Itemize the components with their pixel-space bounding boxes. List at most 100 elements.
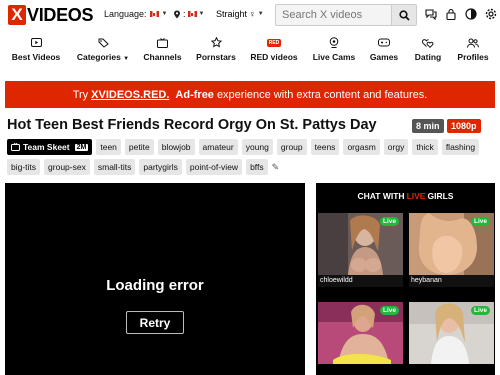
nav-pornstars[interactable]: Pornstars: [193, 36, 239, 62]
nav-dating[interactable]: Dating: [410, 36, 446, 62]
tag-group[interactable]: group: [276, 139, 307, 155]
tag-group-sex[interactable]: group-sex: [44, 159, 90, 175]
cam-thumbnail[interactable]: Live: [409, 302, 494, 364]
loading-error-text: Loading error: [106, 277, 204, 294]
banner-adfree: Ad-free: [175, 88, 214, 101]
nav-label: Dating: [414, 52, 442, 62]
settings-icon[interactable]: [485, 8, 497, 20]
nav-red-videos[interactable]: RED RED videos: [249, 36, 299, 62]
nav-live-cams[interactable]: Live Cams: [310, 36, 358, 62]
cam-performer-name[interactable]: heybanan: [409, 275, 494, 287]
tag-amateur[interactable]: amateur: [198, 139, 238, 155]
chevron-down-icon: ▼: [198, 11, 205, 17]
tv-icon: [157, 37, 168, 48]
cam-thumbnail[interactable]: Live: [318, 302, 403, 364]
tag-petite[interactable]: petite: [124, 139, 154, 155]
cam-thumbnail[interactable]: Live: [409, 213, 494, 275]
orientation-label: Straight: [216, 9, 248, 19]
chat-icon[interactable]: [425, 8, 437, 20]
webcam-icon: [329, 37, 339, 48]
gamepad-icon: [378, 38, 390, 47]
language-selector[interactable]: Language: ▼: [104, 9, 168, 19]
tag-young[interactable]: young: [241, 139, 273, 155]
banner-post: experience with extra content and featur…: [216, 88, 428, 101]
location-pin-icon: [174, 10, 180, 18]
cams-header-live: LIVE: [406, 191, 426, 201]
hearts-icon: [422, 38, 434, 48]
nav-profiles[interactable]: Profiles: [453, 36, 493, 62]
lock-icon[interactable]: [445, 8, 457, 20]
language-label: Language:: [104, 9, 147, 19]
orientation-selector[interactable]: Straight ♀ ▼: [216, 9, 264, 19]
channel-subscriber-count: 2M: [74, 143, 89, 151]
nav-best-videos[interactable]: Best Videos: [10, 36, 62, 62]
tag-partygirls[interactable]: partygirls: [139, 159, 182, 175]
main-nav: Best Videos Categories ▼ Channels Pornst…: [0, 36, 500, 68]
tag-big-tits[interactable]: big-tits: [7, 159, 41, 175]
search-input[interactable]: [275, 4, 391, 26]
contrast-icon[interactable]: [465, 8, 477, 20]
promo-banner[interactable]: Try XVIDEOS.RED. Ad-free experience with…: [5, 81, 495, 108]
star-icon: [210, 37, 222, 48]
channel-link[interactable]: Team Skeet 2M: [7, 139, 93, 155]
search-bar: [275, 4, 417, 26]
nav-label: Pornstars: [196, 52, 236, 62]
site-logo[interactable]: X VIDEOS: [8, 5, 94, 25]
nav-channels[interactable]: Channels: [140, 36, 185, 62]
tag-teen[interactable]: teen: [96, 139, 121, 155]
nav-label: Categories ▼: [76, 52, 130, 62]
logo-x: X: [8, 5, 26, 25]
live-badge: Live: [379, 217, 399, 226]
logo-text: VIDEOS: [27, 5, 94, 25]
banner-pre: Try: [72, 88, 89, 101]
nav-label: Channels: [143, 52, 182, 62]
duration-badge: 8 min: [412, 119, 444, 133]
tag-row: big-tits group-sex small-tits partygirls poi…: [7, 159, 495, 175]
tag-small-tits[interactable]: small-tits: [93, 159, 136, 175]
play-square-icon: [30, 38, 42, 47]
tag-point-of-view[interactable]: point-of-view: [185, 159, 243, 175]
live-badge: Live: [470, 217, 490, 226]
tag-orgasm[interactable]: orgasm: [343, 139, 380, 155]
edit-tags-pencil-icon[interactable]: ✎: [272, 162, 280, 173]
location-selector[interactable]: : ▼: [173, 9, 204, 19]
chevron-down-icon: ▼: [161, 11, 168, 17]
search-icon: [398, 9, 410, 21]
video-tags: Team Skeet 2M teen petite blowjob amateur yo…: [7, 139, 495, 179]
chevron-down-icon: ▼: [257, 11, 264, 17]
nav-label: RED videos: [250, 52, 298, 62]
nav-label: Live Cams: [312, 52, 356, 62]
channel-icon: [11, 143, 20, 151]
cam-thumbnail[interactable]: Live: [318, 213, 403, 275]
tags-icon: [98, 38, 109, 48]
tag-teens[interactable]: teens: [310, 139, 340, 155]
tag-blowjob[interactable]: blowjob: [157, 139, 195, 155]
cam-performer-name[interactable]: chloewildd: [318, 275, 403, 287]
banner-brand: XVIDEOS.RED.: [91, 88, 170, 101]
video-title: Hot Teen Best Friends Record Orgy On St.…: [7, 117, 377, 133]
cams-header: CHAT WITH LIVE GIRLS: [316, 183, 495, 209]
header-icons: [425, 8, 497, 20]
nav-label: Best Videos: [11, 52, 61, 62]
tag-row: Team Skeet 2M teen petite blowjob amateur yo…: [7, 139, 495, 155]
tag-flashing[interactable]: flashing: [441, 139, 480, 155]
live-badge: Live: [470, 306, 490, 315]
tag-thick[interactable]: thick: [412, 139, 438, 155]
cams-header-pre: CHAT WITH: [357, 191, 405, 201]
nav-games[interactable]: Games: [366, 36, 402, 62]
search-button[interactable]: [391, 4, 417, 26]
female-symbol-icon: ♀: [249, 9, 256, 19]
nav-label: Profiles: [457, 52, 489, 62]
location-label: :: [183, 9, 186, 19]
live-badge: Live: [379, 306, 399, 315]
video-player[interactable]: Loading error Retry: [5, 183, 305, 375]
nav-categories[interactable]: Categories ▼: [72, 36, 134, 62]
cams-header-post: GIRLS: [427, 191, 454, 201]
retry-button[interactable]: Retry: [126, 311, 184, 334]
site-header: X VIDEOS Language: ▼ : ▼ Straight ♀ ▼: [0, 0, 500, 32]
tag-bffs[interactable]: bffs: [246, 159, 268, 175]
chevron-down-icon: ▼: [123, 56, 130, 62]
nav-label: Games: [369, 52, 399, 62]
tag-orgy[interactable]: orgy: [383, 139, 409, 155]
channel-name: Team Skeet: [23, 142, 70, 152]
